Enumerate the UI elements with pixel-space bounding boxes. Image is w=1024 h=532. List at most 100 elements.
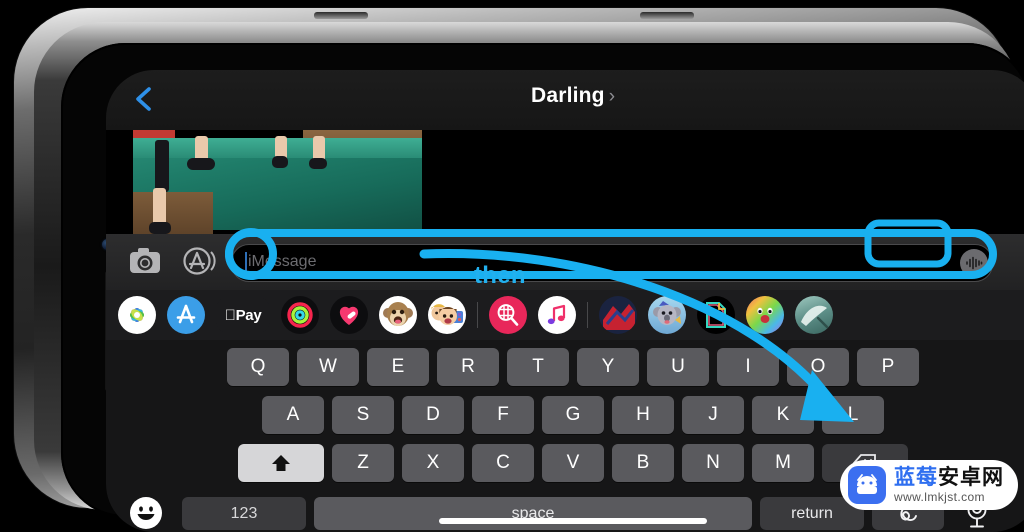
app-icon-sticker-koala[interactable] — [648, 296, 686, 334]
drawer-separator-2 — [587, 302, 588, 328]
camera-button[interactable] — [128, 246, 162, 276]
apple-pay-label: Pay — [225, 306, 262, 324]
key-e[interactable]: E — [367, 348, 429, 386]
red-sticker-icon — [603, 304, 635, 330]
app-icon-apple-pay[interactable]: Pay — [216, 296, 270, 334]
key-r[interactable]: R — [437, 348, 499, 386]
key-b[interactable]: B — [612, 444, 674, 482]
shoe-d — [309, 158, 327, 169]
koala-sticker-icon — [653, 301, 681, 325]
power-button-top[interactable] — [640, 12, 694, 19]
emoji-keyboard-button[interactable] — [130, 497, 162, 529]
page-title: Darling — [530, 84, 605, 107]
app-icon-file-doc[interactable] — [697, 296, 735, 334]
text-caret — [245, 252, 247, 273]
watermark: 蓝莓安卓网 www.lmkjst.com — [840, 460, 1018, 510]
key-a[interactable]: A — [262, 396, 324, 434]
watermark-brand-blue: 蓝莓 — [894, 466, 938, 489]
music-note-icon — [547, 304, 566, 325]
phone-frame-outer: Darling › iMessage Pay Q W E R T Y U I O… — [14, 8, 1024, 532]
memoji-monkey-icon — [383, 302, 413, 326]
key-d[interactable]: D — [402, 396, 464, 434]
phone-frame-inner: Darling › iMessage Pay Q W E R T Y U I O… — [61, 43, 1024, 532]
imessage-apps-button[interactable] — [182, 244, 216, 278]
shift-key[interactable] — [238, 444, 324, 482]
key-m[interactable]: M — [752, 444, 814, 482]
app-icon-app-store[interactable] — [167, 296, 205, 334]
app-icon-photos[interactable] — [118, 296, 156, 334]
activity-rings-icon — [287, 302, 313, 328]
video-accent-strip — [133, 130, 175, 138]
app-icon-rainbow-face[interactable] — [746, 296, 784, 334]
app-store-icon — [183, 247, 216, 275]
shift-arrow-up-icon — [272, 455, 290, 471]
chevron-right-icon: › — [608, 85, 616, 107]
images-search-icon — [497, 304, 519, 326]
annotation-label-then: then — [474, 262, 526, 289]
shoe-c — [272, 156, 288, 168]
key-u[interactable]: U — [647, 348, 709, 386]
message-input-bar: iMessage — [106, 234, 1024, 290]
keyboard-row-1: QWERTYUIOP — [106, 348, 1024, 386]
app-icon-teal-shell[interactable] — [795, 296, 833, 334]
watermark-url: www.lmkjst.com — [894, 490, 985, 504]
watermark-brand: 蓝莓安卓网 — [894, 467, 1004, 488]
app-icon-activity[interactable] — [281, 296, 319, 334]
key-x[interactable]: X — [402, 444, 464, 482]
key-t[interactable]: T — [507, 348, 569, 386]
app-icon-music[interactable] — [538, 296, 576, 334]
app-icon-memoji-people[interactable] — [428, 296, 466, 334]
volume-button-left[interactable] — [314, 12, 368, 19]
key-k[interactable]: K — [752, 396, 814, 434]
key-w[interactable]: W — [297, 348, 359, 386]
imessage-input-field[interactable]: iMessage — [231, 244, 993, 282]
key-o[interactable]: O — [787, 348, 849, 386]
navigation-bar: Darling › — [106, 70, 1024, 130]
key-g[interactable]: G — [542, 396, 604, 434]
drawer-separator-1 — [477, 302, 478, 328]
key-f[interactable]: F — [472, 396, 534, 434]
watermark-brand-dark: 安卓网 — [938, 466, 1004, 489]
keyboard-row-2: ASDFGHJKL — [106, 396, 1024, 434]
photos-icon — [130, 308, 144, 322]
video-attachment[interactable] — [133, 130, 422, 236]
screenshot-root: Darling › iMessage Pay Q W E R T Y U I O… — [0, 0, 1024, 532]
key-i[interactable]: I — [717, 348, 779, 386]
camera-icon — [130, 248, 160, 273]
phone-frame-band: Darling › iMessage Pay Q W E R T Y U I O… — [34, 22, 1024, 532]
conversation-header[interactable]: Darling › — [106, 84, 1024, 108]
key-z[interactable]: Z — [332, 444, 394, 482]
key-q[interactable]: Q — [227, 348, 289, 386]
key-s[interactable]: S — [332, 396, 394, 434]
home-indicator — [439, 518, 707, 524]
leg-brace — [155, 140, 169, 192]
imessage-app-drawer: Pay — [106, 290, 1024, 340]
heart-bandage-icon — [339, 306, 359, 325]
audio-waveform-icon — [966, 256, 983, 270]
document-file-icon — [706, 302, 726, 328]
key-v[interactable]: V — [542, 444, 604, 482]
key-j[interactable]: J — [682, 396, 744, 434]
app-icon-memoji-monkey[interactable] — [379, 296, 417, 334]
floor-bg-lower — [133, 192, 213, 236]
emoji-smiley-icon — [131, 498, 161, 528]
app-icon-health[interactable] — [330, 296, 368, 334]
key-n[interactable]: N — [682, 444, 744, 482]
key-h[interactable]: H — [612, 396, 674, 434]
key-y[interactable]: Y — [577, 348, 639, 386]
key-p[interactable]: P — [857, 348, 919, 386]
letter-keys-row-3: ZXCVBNM — [332, 444, 814, 482]
app-icon-images-search[interactable] — [489, 296, 527, 334]
audio-message-button[interactable] — [960, 249, 988, 277]
memoji-people-icon — [431, 304, 463, 325]
shoe-b — [187, 158, 215, 170]
key-l[interactable]: L — [822, 396, 884, 434]
key-c[interactable]: C — [472, 444, 534, 482]
shoe-a — [149, 222, 171, 234]
teal-shell-icon — [801, 305, 829, 329]
watermark-text: 蓝莓安卓网 www.lmkjst.com — [894, 467, 1004, 503]
app-icon-sticker-red[interactable] — [599, 296, 637, 334]
rainbow-face-icon — [757, 307, 773, 323]
message-thread — [106, 130, 1024, 236]
android-robot-glyph — [857, 474, 877, 494]
